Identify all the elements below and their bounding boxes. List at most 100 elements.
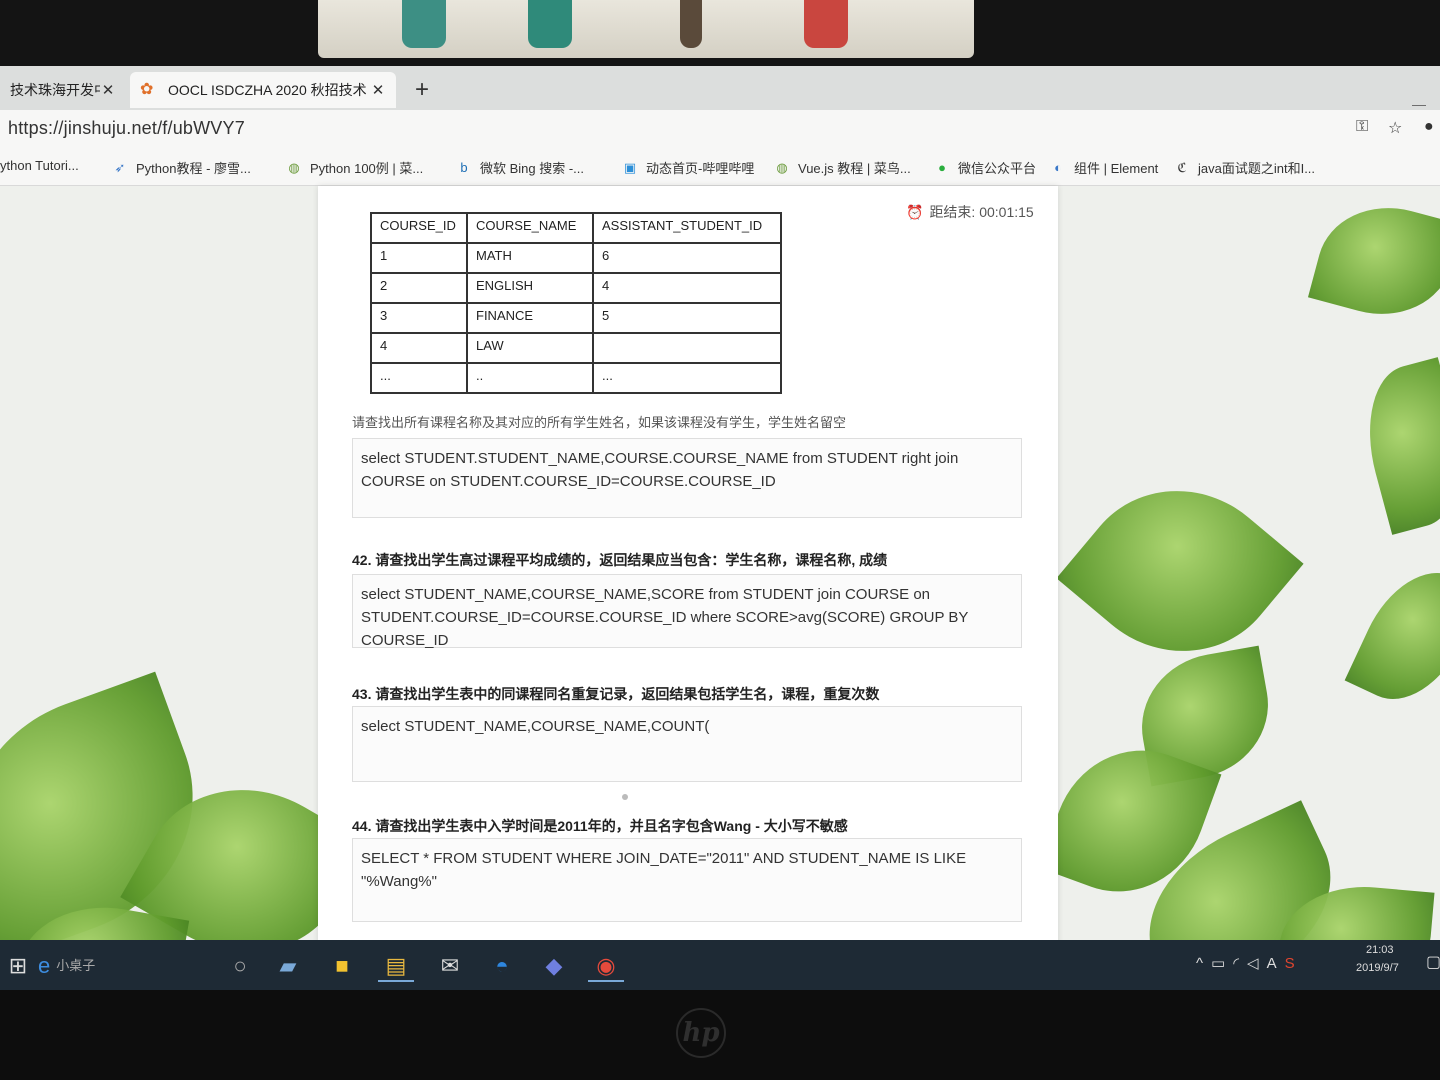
bookmark-item[interactable]: ℭ java面试题之int和I... bbox=[1174, 158, 1315, 177]
rocket-icon: ➶ bbox=[114, 159, 126, 175]
resize-dot bbox=[622, 794, 628, 800]
bookmark-label: ython Tutori... bbox=[0, 158, 79, 173]
table-header: COURSE_ID bbox=[370, 212, 468, 244]
browser-tab[interactable]: 技术珠海开发中 ✕ bbox=[0, 72, 126, 108]
answer-43-textarea[interactable]: select STUDENT_NAME,COURSE_NAME,COUNT( bbox=[352, 706, 1022, 782]
clock-date[interactable]: 2019/9/7 bbox=[1356, 962, 1399, 974]
bookmark-label: java面试题之int和I... bbox=[1198, 161, 1316, 176]
table-cell: FINANCE bbox=[466, 302, 594, 334]
table-cell: 3 bbox=[370, 302, 468, 334]
table-row: 2 ENGLISH 4 bbox=[370, 272, 782, 304]
bookmark-item[interactable]: ◐ 组件 | Element bbox=[1050, 158, 1158, 177]
question-44-title: 44. 请查找出学生表中入学时间是2011年的，并且名字包含Wang - 大小写… bbox=[352, 818, 848, 834]
ime-indicator[interactable]: A bbox=[1267, 955, 1285, 972]
bookmarks-bar: ython Tutori... ➶ Python教程 - 廖雪... ◍ Pyt… bbox=[0, 150, 1440, 186]
bookmark-item[interactable]: b 微软 Bing 搜索 -... bbox=[456, 158, 584, 177]
app-window-icon[interactable]: ▰ bbox=[270, 950, 306, 982]
clipped-fabric bbox=[318, 0, 974, 58]
leaf-decoration bbox=[1344, 553, 1440, 719]
search-icon[interactable]: ○ bbox=[222, 950, 258, 982]
notification-icon[interactable]: ▢ bbox=[1426, 952, 1440, 972]
browser-tab-bar: 技术珠海开发中 ✕ ✿ OOCL ISDCZHA 2020 秋招技术 ✕ + — bbox=[0, 66, 1440, 112]
table-cell: ... bbox=[592, 362, 782, 394]
new-tab-button[interactable]: + bbox=[410, 78, 434, 102]
bookmark-label: 组件 | Element bbox=[1074, 161, 1159, 176]
question-41-prompt: 请查找出所有课程名称及其对应的所有学生姓名，如果该课程没有学生，学生姓名留空 bbox=[352, 415, 847, 430]
alarm-clock-icon: ⏰ bbox=[906, 204, 924, 220]
table-cell bbox=[592, 332, 782, 364]
bookmark-item[interactable]: ➶ Python教程 - 廖雪... bbox=[112, 158, 251, 177]
table-cell: 6 bbox=[592, 242, 782, 274]
table-cell: 4 bbox=[592, 272, 782, 304]
leaf-decoration bbox=[1307, 191, 1440, 331]
bookmark-label: 微软 Bing 搜索 -... bbox=[480, 161, 585, 176]
question-42-title: 42. 请查找出学生高过课程平均成绩的，返回结果应当包含：学生名称，课程名称, … bbox=[352, 552, 888, 568]
table-cell: .. bbox=[466, 362, 594, 394]
table-row: 4 LAW bbox=[370, 332, 782, 364]
table-header: COURSE_NAME bbox=[466, 212, 594, 244]
bookmark-item[interactable]: ython Tutori... bbox=[0, 158, 79, 173]
jinshuju-favicon-icon: ✿ bbox=[140, 81, 154, 98]
sogou-icon[interactable]: S bbox=[1285, 955, 1303, 972]
windows-taskbar: ⊞ e 小桌子 ○ ▰ ■ ▤ ✉ ◓ ◆ ◉ ^▭◜◁AS 21:03 201… bbox=[0, 940, 1440, 990]
answer-44-textarea[interactable]: SELECT * FROM STUDENT WHERE JOIN_DATE="2… bbox=[352, 838, 1022, 922]
answer-42-textarea[interactable]: select STUDENT_NAME,COURSE_NAME,SCORE fr… bbox=[352, 574, 1022, 649]
clothes-clip bbox=[804, 0, 848, 48]
leaf-decoration bbox=[1350, 357, 1440, 535]
star-icon[interactable]: ☆ bbox=[1388, 118, 1402, 138]
table-header: ASSISTANT_STUDENT_ID bbox=[592, 212, 782, 244]
table-cell: 4 bbox=[370, 332, 468, 364]
table-cell: MATH bbox=[466, 242, 594, 274]
runoob-icon: ◍ bbox=[776, 159, 788, 175]
answer-41-textarea[interactable]: select STUDENT.STUDENT_NAME,COURSE.COURS… bbox=[352, 438, 1022, 518]
clothes-clip bbox=[528, 0, 572, 48]
table-cell: 5 bbox=[592, 302, 782, 334]
volume-icon[interactable]: ◁ bbox=[1247, 955, 1267, 972]
bookmark-item[interactable]: ◍ Python 100例 | 菜... bbox=[286, 158, 423, 177]
bookmark-label: 微信公众平台 bbox=[958, 161, 1037, 176]
hp-logo: hp bbox=[676, 1008, 726, 1058]
address-bar[interactable]: https://jinshuju.net/f/ubWVY7 ⚿ ☆ ● bbox=[0, 110, 1440, 150]
chrome-icon[interactable]: ◉ bbox=[588, 950, 624, 982]
file-explorer-icon[interactable]: ▤ bbox=[378, 950, 414, 982]
chevron-up-icon[interactable]: ^ bbox=[1196, 955, 1211, 972]
close-icon[interactable]: ✕ bbox=[370, 81, 386, 99]
bilibili-icon: ▣ bbox=[623, 159, 637, 175]
page-background: ⏰ 距结束: 00:01:15 COURSE_ID COURSE_NAME ASS… bbox=[0, 186, 1440, 990]
table-cell: 1 bbox=[370, 242, 468, 274]
timer-text: 距结束: 00:01:15 bbox=[929, 204, 1034, 220]
table-cell: 2 bbox=[370, 272, 468, 304]
bookmark-label: 动态首页-哔哩哔哩 bbox=[646, 161, 755, 176]
edge-icon: e bbox=[38, 953, 51, 978]
wifi-icon[interactable]: ◜ bbox=[1233, 955, 1247, 972]
account-icon[interactable]: ● bbox=[1424, 118, 1434, 136]
mail-icon[interactable]: ✉ bbox=[432, 950, 468, 982]
table-cell: ENGLISH bbox=[466, 272, 594, 304]
monitor-bezel: hp bbox=[0, 990, 1440, 1080]
start-icon[interactable]: ⊞ bbox=[0, 950, 36, 982]
runoob-icon: ◍ bbox=[288, 159, 300, 175]
bookmark-item[interactable]: ● 微信公众平台 bbox=[934, 158, 1036, 177]
clock-time[interactable]: 21:03 bbox=[1366, 944, 1394, 956]
element-icon: ◐ bbox=[1054, 159, 1062, 175]
course-table: COURSE_ID COURSE_NAME ASSISTANT_STUDENT_… bbox=[370, 212, 782, 394]
table-header-row: COURSE_ID COURSE_NAME ASSISTANT_STUDENT_… bbox=[370, 212, 782, 244]
table-row: 1 MATH 6 bbox=[370, 242, 782, 274]
bookmark-item[interactable]: ▣ 动态首页-哔哩哔哩 bbox=[622, 158, 755, 177]
bookmark-item[interactable]: ◍ Vue.js 教程 | 菜鸟... bbox=[774, 158, 910, 177]
system-tray[interactable]: ^▭◜◁AS bbox=[1196, 954, 1303, 972]
tab-label: 技术珠海开发中 bbox=[10, 82, 100, 98]
app-circle-icon[interactable]: ◓ bbox=[484, 950, 520, 982]
url-text[interactable]: https://jinshuju.net/f/ubWVY7 bbox=[8, 118, 245, 139]
edge-label: 小桌子 bbox=[56, 958, 96, 973]
clothes-clip bbox=[680, 0, 702, 48]
close-icon[interactable]: ✕ bbox=[100, 81, 116, 99]
visual-studio-icon[interactable]: ◆ bbox=[536, 950, 572, 982]
sticky-notes-icon[interactable]: ■ bbox=[324, 950, 360, 982]
wechat-icon: ● bbox=[938, 159, 946, 175]
form-content: ⏰ 距结束: 00:01:15 COURSE_ID COURSE_NAME ASS… bbox=[318, 186, 1058, 990]
battery-icon[interactable]: ▭ bbox=[1211, 955, 1233, 972]
browser-tab-active[interactable]: ✿ OOCL ISDCZHA 2020 秋招技术 ✕ bbox=[130, 72, 396, 108]
taskbar-edge-item[interactable]: e 小桌子 bbox=[38, 950, 118, 982]
key-icon[interactable]: ⚿ bbox=[1356, 118, 1368, 136]
